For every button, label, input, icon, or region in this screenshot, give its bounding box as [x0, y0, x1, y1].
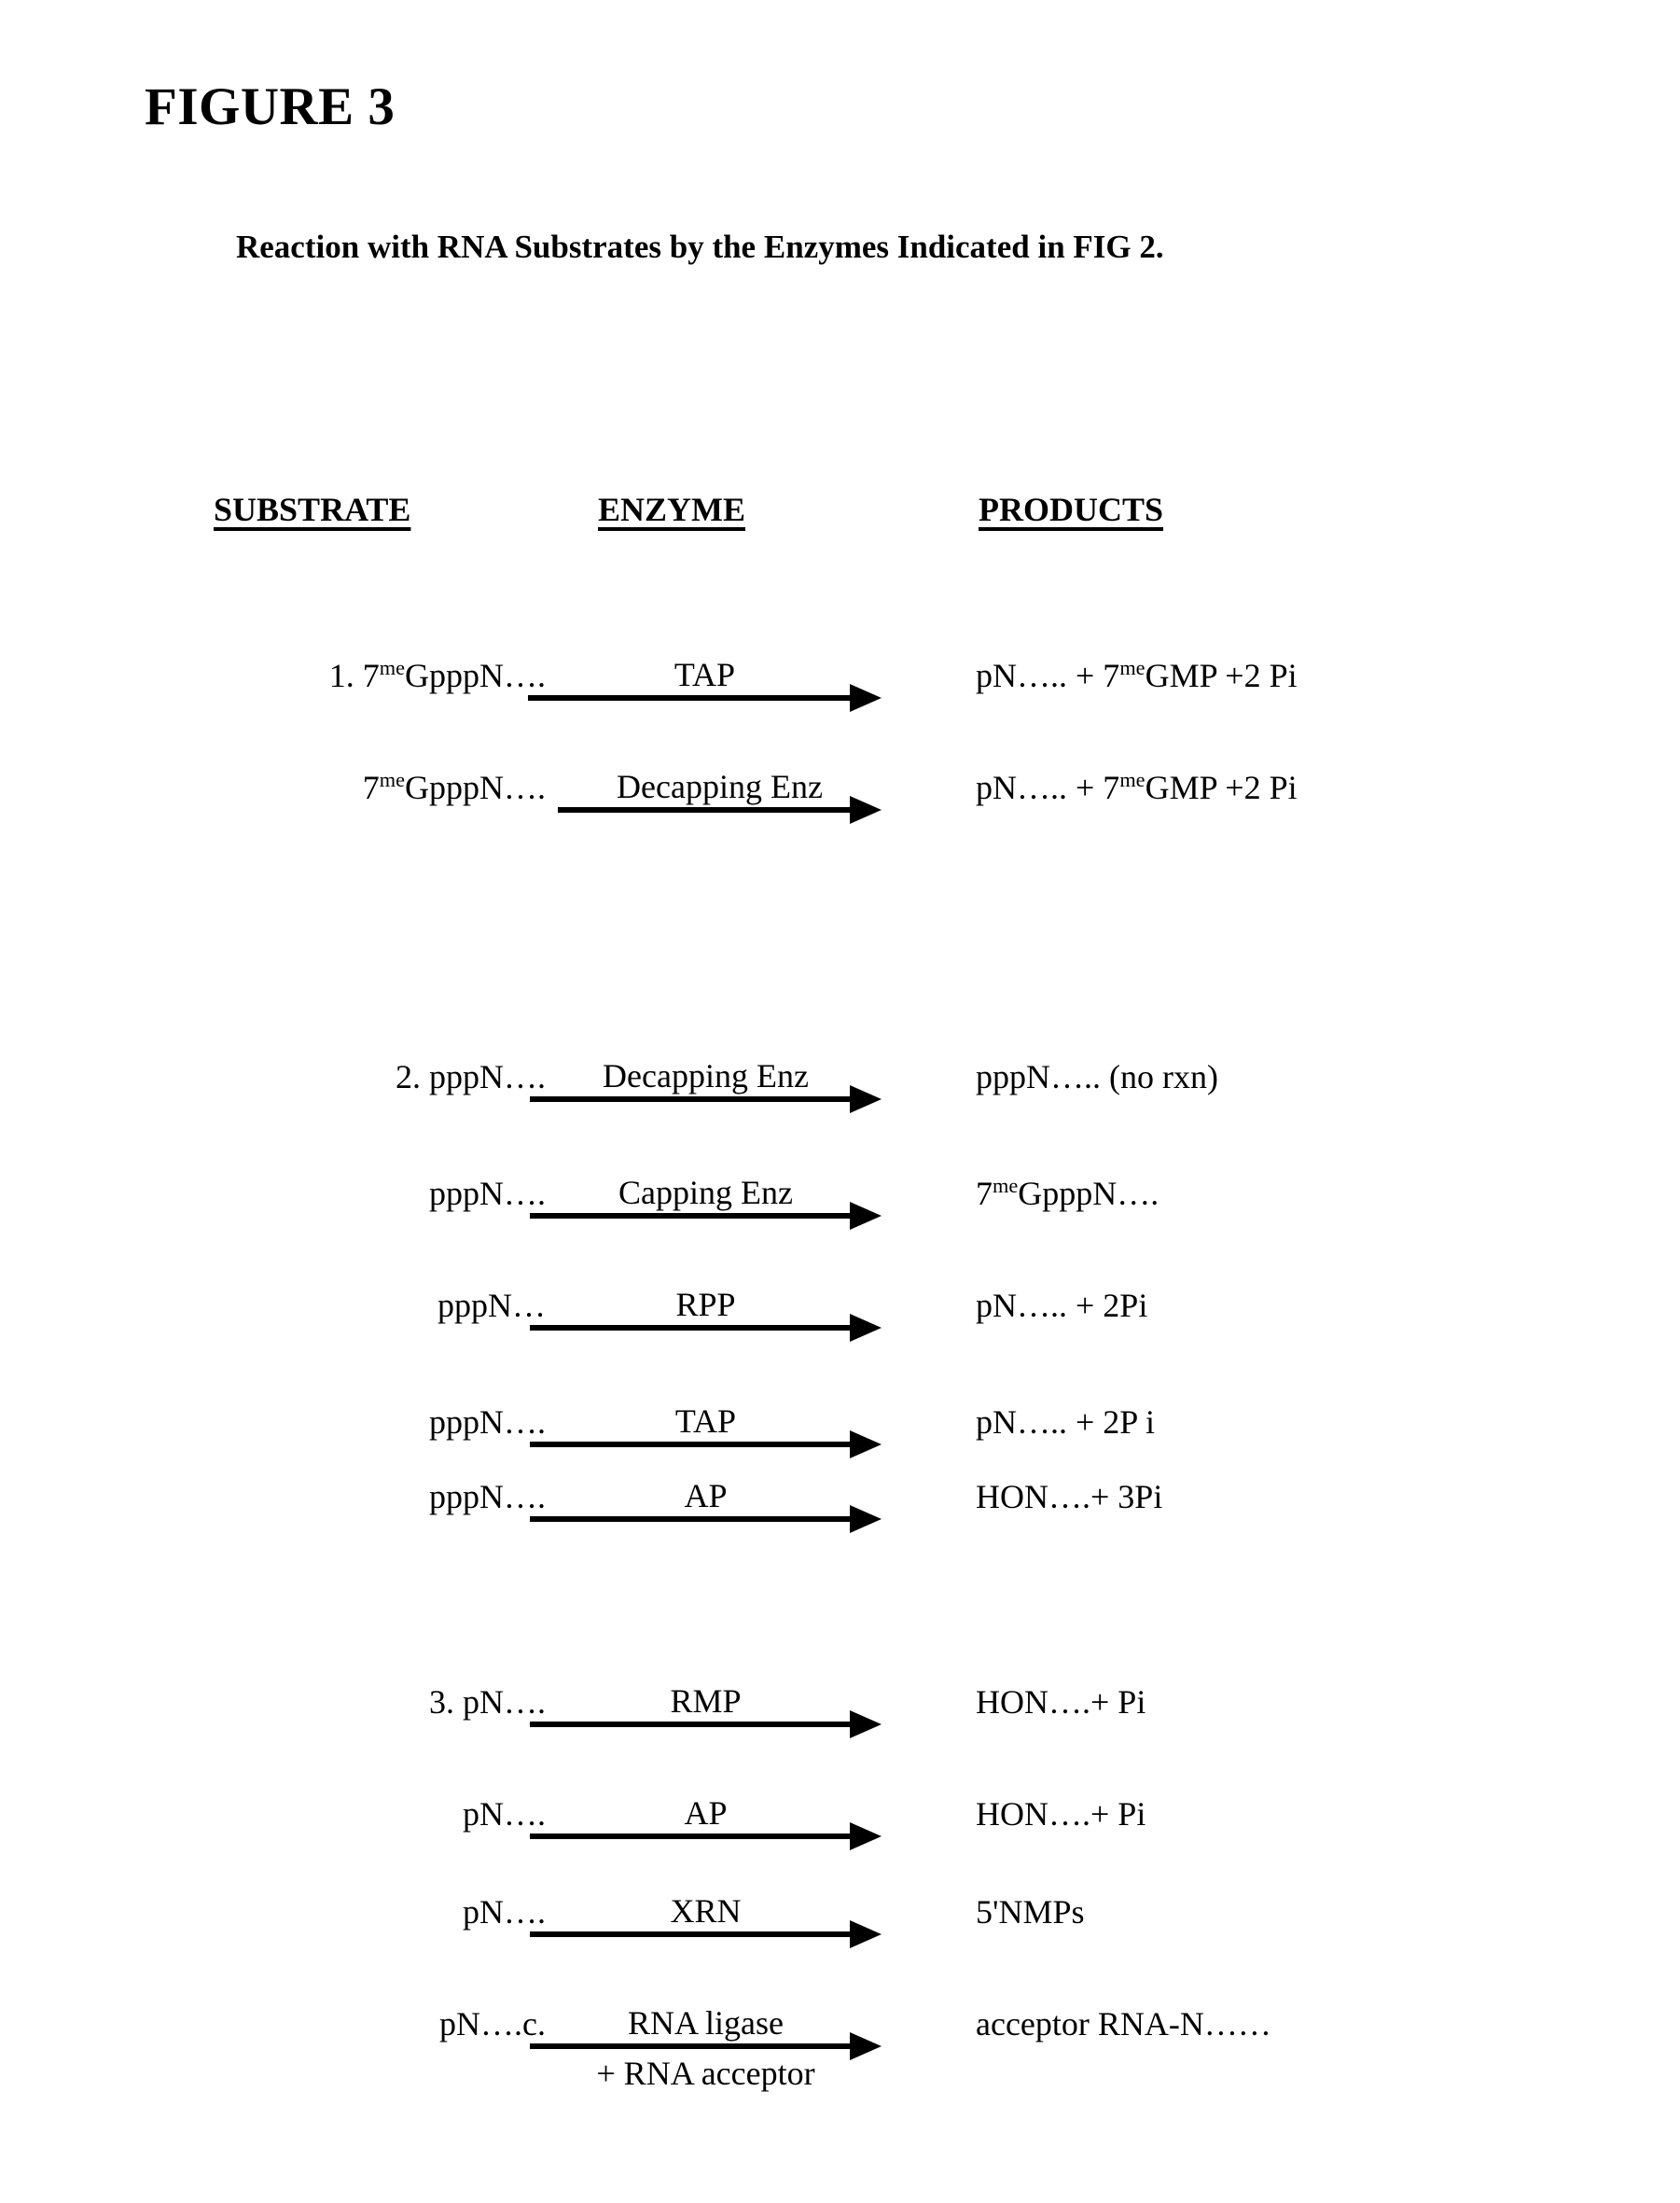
- reaction-enzyme-label: RPP: [675, 1286, 736, 1323]
- arrow-shaft: [530, 1325, 854, 1331]
- arrow-shaft: [528, 695, 854, 701]
- reaction-enzyme-label: TAP: [673, 656, 736, 693]
- product-superscript: me: [1119, 656, 1145, 679]
- reaction-product: pN….. + 2P i: [976, 1402, 1155, 1442]
- arrow-shaft: [530, 1096, 854, 1102]
- reaction-enzyme-label: XRN: [670, 1892, 742, 1930]
- arrow-head-icon: [850, 1085, 882, 1113]
- product-text: 5'NMPs: [976, 1893, 1085, 1931]
- column-header-substrate: SUBSTRATE: [214, 491, 411, 528]
- reaction-substrate: 1. 7meGpppN….: [329, 656, 546, 695]
- substrate-text: 3. pN….: [429, 1683, 546, 1721]
- reaction-enzyme-label: TAP: [674, 1402, 737, 1440]
- reaction-enzyme-label: RNA ligase: [628, 2004, 784, 2042]
- reaction-substrate: pppN….: [429, 1477, 546, 1516]
- product-text-tail: GMP +2 Pi: [1145, 769, 1298, 806]
- reaction-product: pppN….. (no rxn): [976, 1057, 1218, 1096]
- reaction-product: HON….+ Pi: [976, 1682, 1145, 1722]
- arrow-head-icon: [850, 796, 882, 824]
- reaction-product: HON….+ 3Pi: [976, 1477, 1162, 1516]
- arrow-head-icon: [850, 1710, 882, 1738]
- product-text: pN….. + 7: [976, 657, 1120, 694]
- substrate-superscript: me: [379, 768, 405, 791]
- reaction-substrate: pppN….: [429, 1402, 546, 1442]
- column-header-enzyme: ENZYME: [598, 491, 746, 528]
- figure-subtitle: Reaction with RNA Substrates by the Enzy…: [236, 229, 1164, 265]
- column-header-products: PRODUCTS: [979, 491, 1164, 528]
- product-superscript: me: [1119, 768, 1145, 791]
- reaction-enzyme-label: AP: [684, 1794, 728, 1832]
- arrow-head-icon: [850, 1505, 882, 1533]
- reaction-enzyme-label: Capping Enz: [618, 1174, 793, 1211]
- product-text: pN….. + 2Pi: [976, 1287, 1148, 1324]
- arrow-head-icon: [850, 1920, 882, 1948]
- reaction-enzyme-label: Decapping Enz: [617, 768, 823, 805]
- product-text-tail: GMP +2 Pi: [1145, 657, 1298, 694]
- substrate-text: 2. pppN….: [396, 1058, 546, 1095]
- figure-page: FIGURE 3 Reaction with RNA Substrates by…: [0, 0, 1680, 2203]
- substrate-text: pppN….: [429, 1478, 546, 1515]
- substrate-text: 1. 7: [328, 657, 380, 694]
- arrow-head-icon: [850, 1314, 882, 1342]
- product-text: HON….+ Pi: [976, 1795, 1146, 1833]
- arrow-shaft: [530, 1516, 854, 1522]
- reaction-product: 7meGpppN….: [976, 1174, 1159, 1213]
- product-text: acceptor RNA-N……: [976, 2005, 1271, 2043]
- figure-title: FIGURE 3: [145, 77, 396, 136]
- arrow-shaft: [530, 1722, 854, 1727]
- arrow-shaft: [530, 1931, 854, 1937]
- arrow-head-icon: [850, 1822, 882, 1850]
- reaction-product: pN….. + 7meGMP +2 Pi: [976, 656, 1298, 695]
- product-text: pN….. + 7: [976, 769, 1120, 806]
- product-text: pppN….. (no rxn): [976, 1058, 1218, 1095]
- arrow-shaft: [530, 1834, 854, 1839]
- reaction-enzyme-label: RMP: [670, 1682, 742, 1720]
- arrow-shaft: [558, 807, 854, 813]
- reaction-enzyme-sublabel: + RNA acceptor: [596, 2055, 815, 2092]
- reaction-enzyme-label: AP: [684, 1477, 728, 1514]
- reaction-product: acceptor RNA-N……: [976, 2004, 1271, 2043]
- product-text-tail: GpppN….: [1018, 1175, 1159, 1212]
- reaction-substrate: 7meGpppN….: [363, 768, 546, 807]
- reaction-substrate: 3. pN….: [429, 1682, 546, 1722]
- reaction-product: HON….+ Pi: [976, 1794, 1145, 1834]
- substrate-text: 7: [362, 769, 380, 806]
- reaction-product: pN….. + 2Pi: [976, 1286, 1147, 1325]
- substrate-text-tail: GpppN….: [405, 657, 546, 694]
- reaction-product: 5'NMPs: [976, 1892, 1085, 1931]
- substrate-text: pppN….: [429, 1175, 546, 1212]
- arrow-shaft: [530, 1442, 854, 1447]
- substrate-superscript: me: [379, 656, 405, 679]
- product-text: pN….. + 2P i: [976, 1403, 1155, 1441]
- product-text: HON….+ Pi: [976, 1683, 1146, 1721]
- arrow-head-icon: [850, 684, 882, 712]
- arrow-shaft: [530, 1213, 854, 1219]
- arrow-shaft: [530, 2043, 854, 2049]
- arrow-head-icon: [850, 1202, 882, 1230]
- reaction-substrate: 2. pppN….: [396, 1057, 546, 1096]
- reaction-product: pN….. + 7meGMP +2 Pi: [976, 768, 1298, 807]
- reaction-enzyme-label: Decapping Enz: [603, 1057, 809, 1095]
- product-superscript: me: [993, 1174, 1019, 1197]
- substrate-text: pppN….: [429, 1403, 546, 1441]
- arrow-head-icon: [850, 1430, 882, 1458]
- product-text: 7: [976, 1175, 993, 1212]
- product-text: HON….+ 3Pi: [976, 1478, 1163, 1515]
- reaction-substrate: pppN….: [429, 1174, 546, 1213]
- substrate-text-tail: GpppN….: [405, 769, 546, 806]
